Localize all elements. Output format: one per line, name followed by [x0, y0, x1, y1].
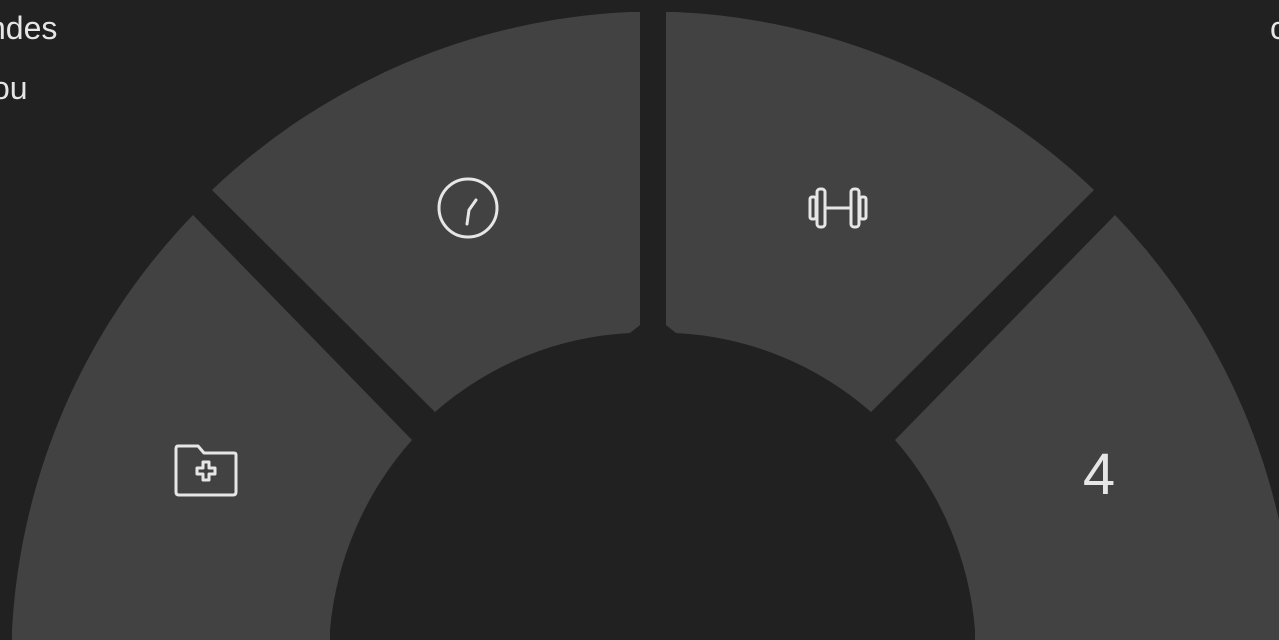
count-label: 4	[1083, 442, 1115, 507]
radial-menu: 4	[12, 12, 1279, 640]
